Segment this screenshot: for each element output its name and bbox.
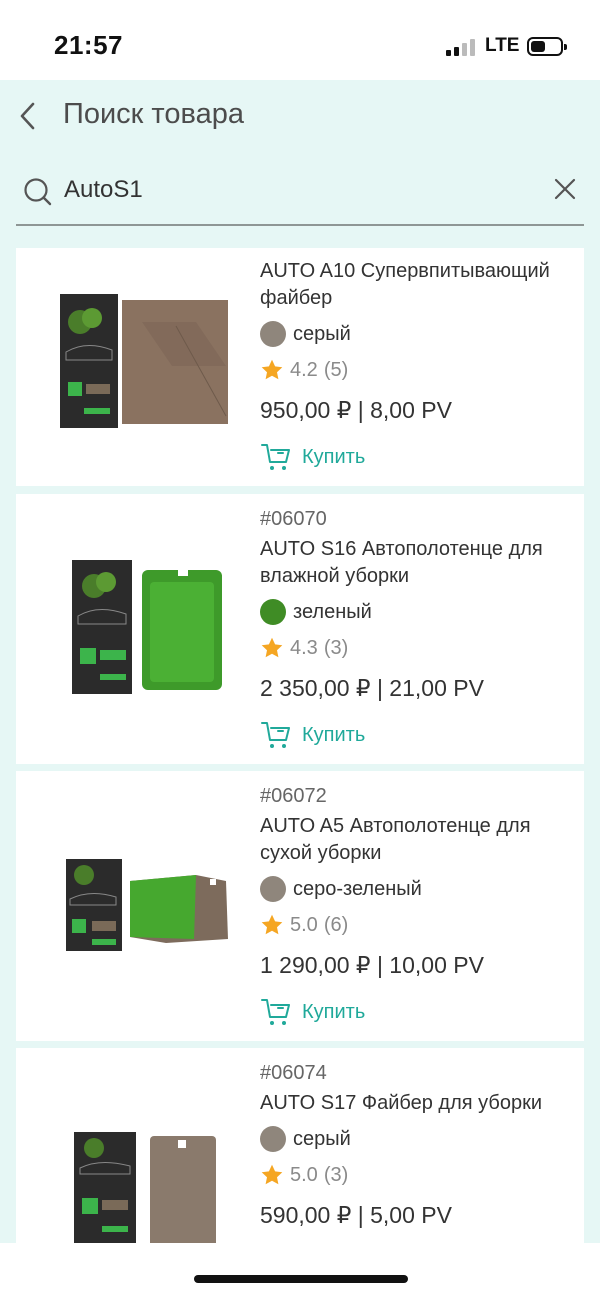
product-info: #06074 AUTO S17 Файбер для уборки серый … [260,1058,576,1235]
product-image[interactable] [46,552,236,702]
buy-button[interactable]: Купить [260,989,370,1035]
product-name[interactable]: AUTO S16 Автополотенце для влажной уборк… [260,536,576,590]
color-row: серый [260,1121,576,1157]
close-icon[interactable] [552,176,578,202]
color-swatch [260,1126,286,1152]
back-button[interactable] [14,98,44,134]
buy-button[interactable]: Купить [260,712,370,758]
review-count: (6) [323,913,349,936]
star-icon [261,914,283,935]
cart-icon [261,999,290,1025]
star-icon [261,637,283,658]
product-card[interactable]: AUTO A10 Супервпитывающий файбер серый 4… [16,248,584,486]
review-count: (3) [323,636,349,659]
color-swatch [260,599,286,625]
signal-icon [446,38,480,56]
product-name[interactable]: AUTO A5 Автополотенце для сухой уборки [260,813,576,867]
product-price: 950,00 ₽ | 8,00 PV [260,397,452,423]
color-swatch [260,876,286,902]
status-time: 21:57 [54,30,123,60]
cart-icon [261,444,290,470]
star-icon [261,359,283,380]
battery-icon [527,37,567,56]
product-image[interactable] [46,829,236,979]
color-name: серый [293,1127,351,1150]
rating-row: 4.2 (5) [260,352,576,388]
color-row: серо-зеленый [260,871,576,907]
color-name: серо-зеленый [293,877,422,900]
rating-value: 5.0 [290,1163,318,1186]
app-area: Поиск товара AUTO A10 Супервпитывающий [0,80,600,1243]
product-code: #06074 [260,1062,327,1084]
buy-label: Купить [302,1000,366,1023]
color-swatch [260,321,286,347]
home-indicator[interactable] [194,1275,408,1283]
product-card[interactable]: #06074 AUTO S17 Файбер для уборки серый … [16,1048,584,1243]
page-title: Поиск товара [63,98,244,130]
product-info: #06072 AUTO A5 Автополотенце для сухой у… [260,781,576,1035]
product-name[interactable]: AUTO A10 Супервпитывающий файбер [260,258,576,312]
buy-label: Купить [302,445,366,468]
buy-button[interactable]: Купить [260,434,370,480]
color-name: зеленый [293,600,372,623]
product-code: #06070 [260,508,327,530]
network-label: LTE [485,35,520,56]
product-image[interactable] [46,1118,236,1243]
product-info: #06070 AUTO S16 Автополотенце для влажно… [260,504,576,758]
rating-value: 4.3 [290,636,318,659]
chevron-left-icon [20,102,35,130]
star-icon [261,1164,283,1185]
product-image[interactable] [46,286,236,436]
product-card[interactable]: #06072 AUTO A5 Автополотенце для сухой у… [16,771,584,1041]
cart-icon [261,722,290,748]
product-price: 1 290,00 ₽ | 10,00 PV [260,952,484,978]
color-row: зеленый [260,594,576,630]
search-bar [16,162,584,226]
search-icon [24,178,52,206]
search-input[interactable] [64,170,524,210]
rating-value: 4.2 [290,358,318,381]
status-bar: 21:57 LTE [0,0,600,80]
product-price: 590,00 ₽ | 5,00 PV [260,1202,452,1228]
product-price: 2 350,00 ₽ | 21,00 PV [260,675,484,701]
product-name[interactable]: AUTO S17 Файбер для уборки [260,1090,576,1117]
rating-row: 4.3 (3) [260,630,576,666]
product-card[interactable]: #06070 AUTO S16 Автополотенце для влажно… [16,494,584,764]
buy-label: Купить [302,723,366,746]
rating-value: 5.0 [290,913,318,936]
rating-row: 5.0 (3) [260,1157,576,1193]
color-row: серый [260,316,576,352]
review-count: (5) [323,358,349,381]
review-count: (3) [323,1163,349,1186]
rating-row: 5.0 (6) [260,907,576,943]
header: Поиск товара [0,80,600,160]
product-code: #06072 [260,785,327,807]
color-name: серый [293,322,351,345]
product-info: AUTO A10 Супервпитывающий файбер серый 4… [260,258,576,480]
